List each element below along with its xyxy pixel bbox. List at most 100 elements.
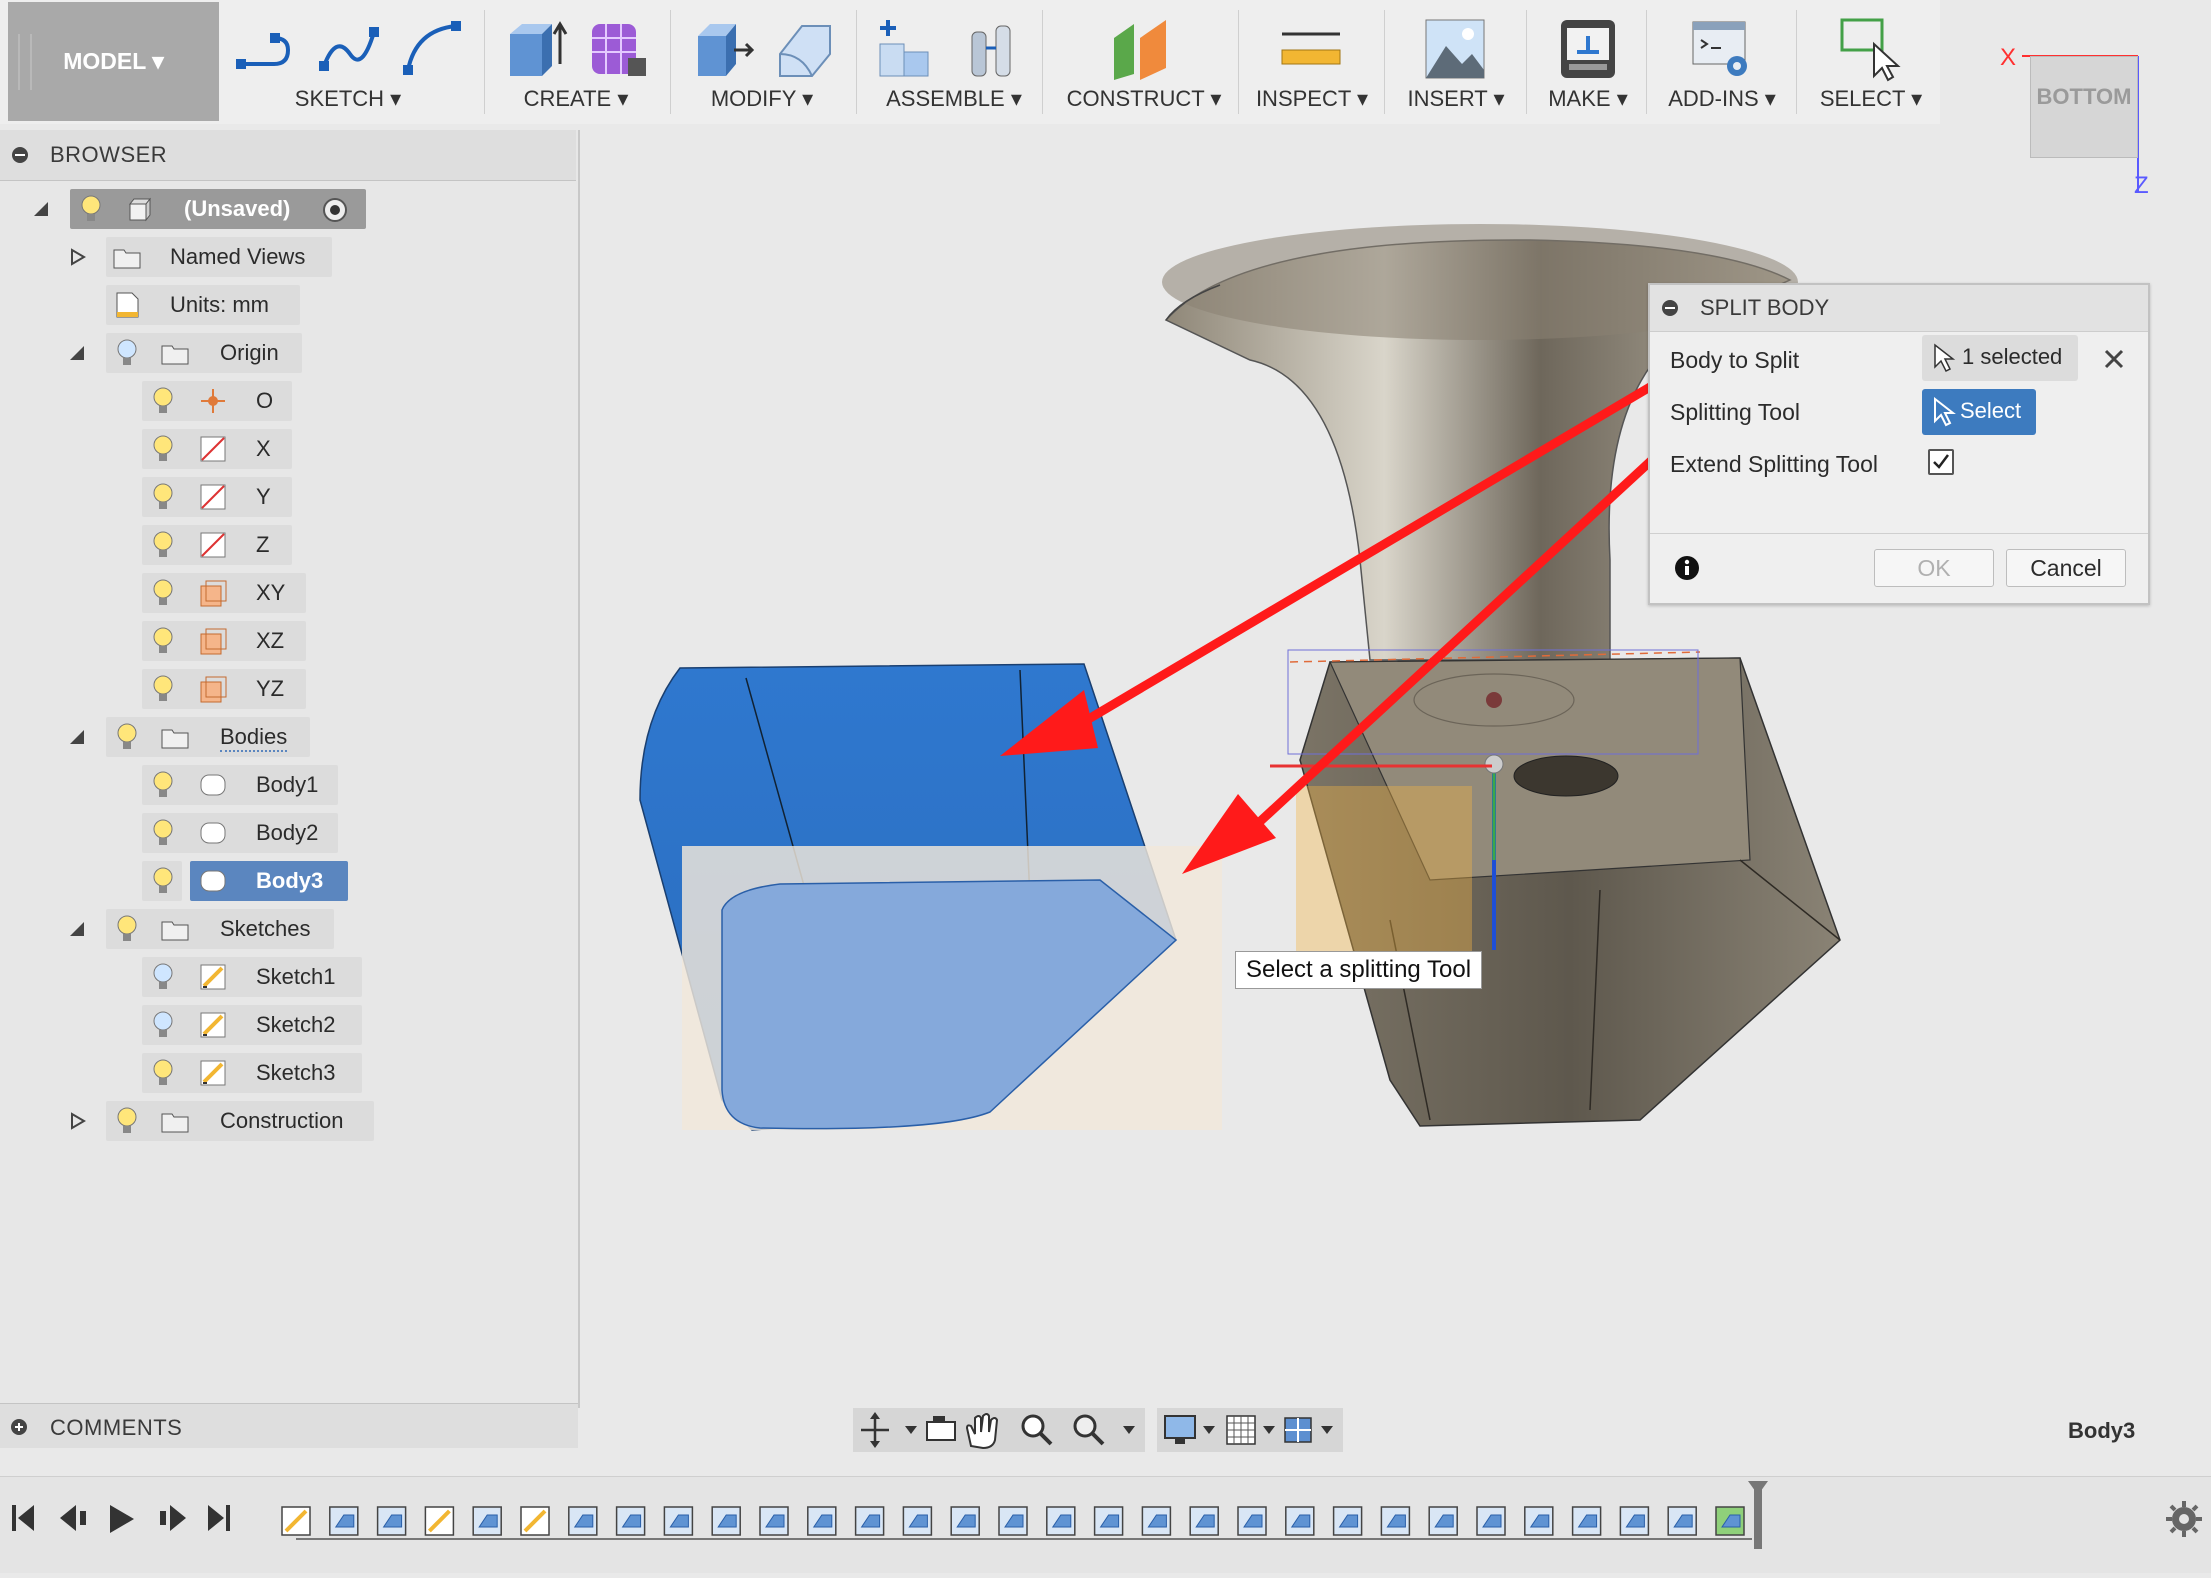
grid-settings-icon[interactable] <box>1226 1415 1256 1445</box>
browser-item-origin[interactable]: Origin <box>0 333 578 373</box>
expand-panel-icon[interactable] <box>10 1418 28 1436</box>
browser-item-sketches[interactable]: Sketches <box>0 909 578 949</box>
browser-item-xy-plane[interactable]: XY <box>0 573 578 613</box>
visibility-bulb-icon[interactable] <box>116 914 138 944</box>
collapse-triangle-icon[interactable] <box>66 342 88 364</box>
timeline-feature-shell-icon[interactable] <box>1189 1506 1219 1536</box>
toolbar-group-insert[interactable]: INSERT ▾ <box>1394 0 1518 124</box>
dialog-header[interactable]: SPLIT BODY <box>1650 285 2148 332</box>
timeline-feature-shell-icon[interactable] <box>1332 1506 1363 1536</box>
timeline-feature-box-icon[interactable] <box>376 1506 407 1536</box>
collapse-triangle-icon[interactable] <box>66 918 88 940</box>
timeline-feature-chamfer-icon[interactable] <box>807 1506 837 1536</box>
viewports-icon[interactable] <box>1284 1417 1312 1443</box>
visibility-bulb-icon[interactable] <box>152 962 174 992</box>
timeline-feature-chamfer-icon[interactable] <box>854 1506 885 1536</box>
insert-canvas-icon[interactable] <box>1422 14 1488 84</box>
extend-splitting-tool-checkbox[interactable] <box>1928 449 1954 475</box>
timeline-feature-extrude-icon[interactable] <box>329 1506 359 1536</box>
base-body[interactable] <box>1270 649 1841 1127</box>
browser-item-y-axis[interactable]: Y <box>0 477 578 517</box>
3d-print-icon[interactable] <box>1555 14 1621 84</box>
clear-selection-close-icon[interactable] <box>2102 347 2126 371</box>
timeline-settings-gear-icon[interactable] <box>2166 1501 2202 1537</box>
visibility-bulb-icon[interactable] <box>152 434 174 464</box>
browser-root[interactable]: (Unsaved) <box>0 189 578 229</box>
timeline-feature-extrude-icon[interactable] <box>568 1506 598 1536</box>
timeline-feature-fillet-icon[interactable] <box>1428 1506 1458 1536</box>
select-window-icon[interactable] <box>1838 14 1904 84</box>
press-pull-icon[interactable] <box>690 14 756 84</box>
browser-item-body2[interactable]: Body2 <box>0 813 578 853</box>
comments-panel[interactable]: COMMENTS <box>0 1403 578 1448</box>
browser-item-sketch1[interactable]: Sketch1 <box>0 957 578 997</box>
toolbar-group-addins[interactable]: ADD-INS ▾ <box>1656 0 1788 124</box>
toolbar-group-inspect[interactable]: INSPECT ▾ <box>1248 0 1376 124</box>
toolbar-grip[interactable] <box>18 34 32 90</box>
visibility-bulb-icon[interactable] <box>152 626 174 656</box>
timeline-feature-joint-icon[interactable] <box>1476 1506 1506 1536</box>
browser-item-sketch3[interactable]: Sketch3 <box>0 1053 578 1093</box>
expand-triangle-icon[interactable] <box>66 1110 88 1132</box>
timeline-feature-extrude-icon[interactable] <box>472 1506 502 1536</box>
visibility-bulb-icon[interactable] <box>80 194 102 224</box>
visibility-bulb-icon[interactable] <box>152 674 174 704</box>
browser-item-construction[interactable]: Construction <box>0 1101 578 1141</box>
collapse-triangle-icon[interactable] <box>66 726 88 748</box>
step-back-icon[interactable] <box>60 1505 86 1531</box>
browser-item-origin-point[interactable]: O <box>0 381 578 421</box>
fillet-icon[interactable] <box>772 14 838 84</box>
browser-item-named-views[interactable]: Named Views <box>0 237 578 277</box>
visibility-bulb-icon[interactable] <box>152 530 174 560</box>
timeline-feature-shell-icon[interactable] <box>1667 1506 1697 1536</box>
go-to-end-icon[interactable] <box>208 1505 230 1531</box>
timeline-feature-fillet-icon[interactable] <box>711 1506 741 1536</box>
cancel-button[interactable]: Cancel <box>2006 549 2126 587</box>
browser-item-sketch2[interactable]: Sketch2 <box>0 1005 578 1045</box>
timeline-feature-shell-icon[interactable] <box>1285 1506 1315 1536</box>
browser-item-bodies[interactable]: Bodies <box>0 717 578 757</box>
body-to-split-selection[interactable]: 1 selected <box>1922 335 2078 381</box>
visibility-bulb-icon[interactable] <box>152 770 174 800</box>
arc-sketch-icon[interactable] <box>398 14 464 84</box>
timeline-feature-chamfer-icon[interactable] <box>1093 1506 1124 1536</box>
timeline-feature-fillet-icon[interactable] <box>615 1506 646 1536</box>
timeline-feature-chamfer-icon[interactable] <box>950 1506 980 1536</box>
visibility-bulb-icon[interactable] <box>152 578 174 608</box>
visibility-bulb-icon[interactable] <box>116 1106 138 1136</box>
spline-sketch-icon[interactable] <box>316 14 382 84</box>
timeline-feature-plane-icon[interactable] <box>1715 1506 1745 1536</box>
toolbar-group-assemble[interactable]: ASSEMBLE ▾ <box>866 0 1042 124</box>
offset-plane-icon[interactable] <box>1108 14 1174 84</box>
visibility-bulb-icon[interactable] <box>152 818 174 848</box>
collapse-dialog-icon[interactable] <box>1662 300 1678 316</box>
active-radio-icon[interactable] <box>322 197 348 223</box>
toolbar-group-make[interactable]: MAKE ▾ <box>1536 0 1640 124</box>
toolbar-group-construct[interactable]: CONSTRUCT ▾ <box>1052 0 1236 124</box>
step-forward-icon[interactable] <box>160 1505 186 1531</box>
browser-item-body1[interactable]: Body1 <box>0 765 578 805</box>
extrude-icon[interactable] <box>504 14 570 84</box>
timeline-feature-extrude-icon[interactable] <box>1619 1506 1650 1536</box>
collapse-panel-icon[interactable] <box>12 147 28 163</box>
browser-header[interactable]: BROWSER <box>0 130 576 181</box>
line-sketch-icon[interactable] <box>234 14 300 84</box>
visibility-bulb-icon[interactable] <box>116 722 138 752</box>
browser-item-x-axis[interactable]: X <box>0 429 578 469</box>
form-icon[interactable] <box>586 14 652 84</box>
timeline-feature-sketch-icon[interactable] <box>520 1506 550 1536</box>
info-icon[interactable] <box>1674 555 1700 581</box>
splitting-tool-preview[interactable] <box>682 846 1222 1130</box>
go-to-start-icon[interactable] <box>12 1505 34 1531</box>
visibility-bulb-icon[interactable] <box>152 386 174 416</box>
toolbar-group-select[interactable]: SELECT ▾ <box>1806 0 1936 124</box>
joint-icon[interactable] <box>962 14 1028 84</box>
toolbar-group-create[interactable]: CREATE ▾ <box>494 0 658 124</box>
timeline-feature-chamfer-icon[interactable] <box>1046 1506 1076 1536</box>
visibility-bulb-icon[interactable] <box>152 1058 174 1088</box>
timeline-feature-sketch-icon[interactable] <box>281 1506 311 1536</box>
browser-item-z-axis[interactable]: Z <box>0 525 578 565</box>
timeline-feature-fillet-icon[interactable] <box>663 1506 694 1536</box>
visibility-bulb-icon[interactable] <box>152 1010 174 1040</box>
scripts-addins-icon[interactable] <box>1689 14 1755 84</box>
